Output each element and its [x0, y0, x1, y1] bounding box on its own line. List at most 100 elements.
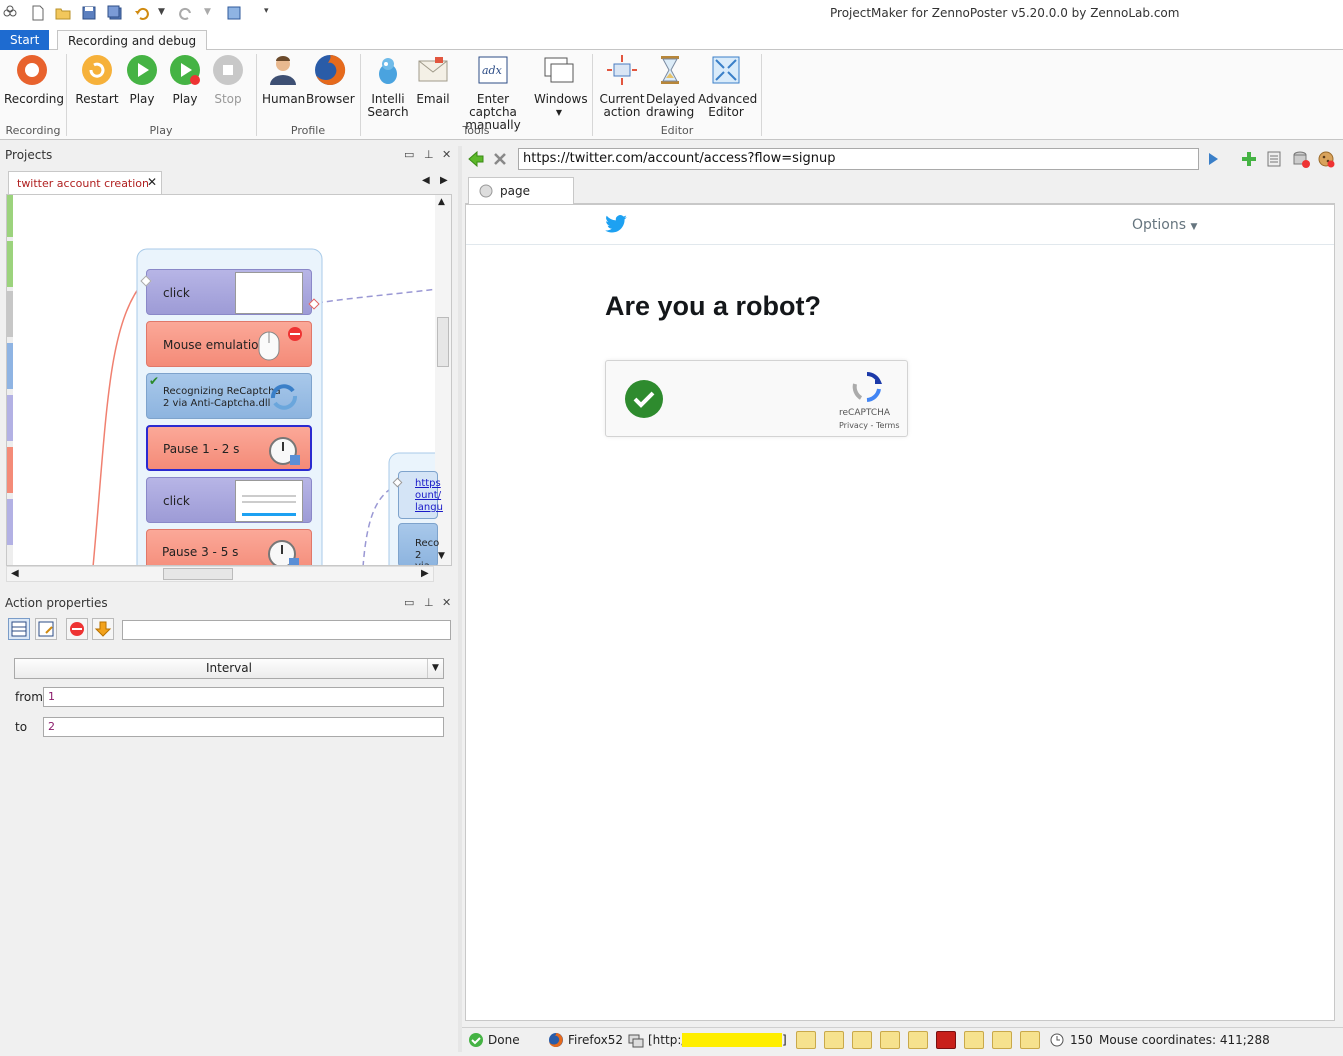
action-properties-panel: Action properties ▭ ⊥ ✕ Interval ▼ from …: [0, 594, 458, 1050]
mouse-coordinates: Mouse coordinates: 411;288: [1099, 1033, 1270, 1047]
svg-text:adx: adx: [482, 64, 503, 77]
tab-start[interactable]: Start: [0, 30, 50, 51]
ribbon-tab-bar: Start Recording and debug: [0, 28, 1343, 51]
cookies-icon[interactable]: [1317, 150, 1335, 168]
close-icon[interactable]: ✕: [442, 596, 451, 609]
interval-dropdown[interactable]: Interval ▼: [14, 658, 444, 679]
email-button[interactable]: Email: [414, 54, 452, 106]
horizontal-scroll-thumb[interactable]: [163, 568, 233, 580]
tool-screenshot-icon[interactable]: [796, 1031, 816, 1049]
tool-window-icon[interactable]: [964, 1031, 984, 1049]
restart-icon: [82, 55, 112, 85]
save-all-icon[interactable]: [107, 5, 123, 21]
scroll-right-icon[interactable]: ▶: [421, 568, 429, 579]
action-block-navigate[interactable]: https ount/ langu: [398, 471, 443, 519]
recaptcha-widget[interactable]: reCAPTCHA Privacy - Terms: [605, 360, 908, 437]
tab-recording-and-debug[interactable]: Recording and debug: [57, 30, 208, 51]
back-arrow-icon[interactable]: [467, 150, 485, 168]
pin-icon[interactable]: ⊥: [424, 596, 434, 609]
disable-action-button[interactable]: [66, 618, 88, 640]
open-folder-icon[interactable]: [55, 5, 71, 21]
play-step-button[interactable]: Play: [165, 54, 205, 106]
current-action-button[interactable]: Current action: [598, 54, 646, 119]
tool-lightning-icon[interactable]: [908, 1031, 928, 1049]
action-block-mouse-emulation[interactable]: Mouse emulation: [146, 321, 312, 367]
browser-tab-page[interactable]: page: [468, 177, 574, 205]
scroll-down-icon[interactable]: ▼: [438, 551, 445, 561]
scroll-up-icon[interactable]: ▲: [438, 197, 445, 207]
intelli-search-button[interactable]: Intelli Search: [366, 54, 410, 119]
projects-panel-header: Projects ▭ ⊥ ✕: [0, 146, 458, 164]
play-button[interactable]: Play: [122, 54, 162, 106]
edit-list-icon: [38, 621, 54, 637]
tool-frame-icon[interactable]: [852, 1031, 872, 1049]
tool-plugin-icon[interactable]: [992, 1031, 1012, 1049]
pin-icon[interactable]: ⊥: [424, 148, 434, 161]
stop-button[interactable]: Stop: [208, 54, 248, 106]
disabled-badge-icon: [288, 327, 302, 341]
properties-view-button[interactable]: [8, 618, 30, 640]
new-file-icon[interactable]: [30, 5, 46, 21]
undo-icon[interactable]: [134, 5, 150, 21]
red-circle-icon: [70, 622, 84, 636]
tool-css-icon[interactable]: [880, 1031, 900, 1049]
recording-button[interactable]: Recording: [4, 54, 64, 106]
tool-flash-icon[interactable]: [936, 1031, 956, 1049]
page-source-icon[interactable]: [1265, 150, 1283, 168]
twitter-bird-icon[interactable]: [605, 215, 627, 233]
delayed-drawing-button[interactable]: Delayed drawing: [646, 54, 695, 119]
action-block-pause-1[interactable]: Pause 1 - 2 s: [146, 425, 312, 471]
from-field[interactable]: 1: [43, 687, 444, 707]
tool-form-icon[interactable]: [824, 1031, 844, 1049]
project-canvas[interactable]: ▲ ▼ click Mouse emulation ✔ Recognizing …: [6, 194, 452, 566]
clear-cache-icon[interactable]: [1292, 150, 1310, 168]
splitter[interactable]: [458, 146, 462, 1052]
tool-music-icon[interactable]: [1020, 1031, 1040, 1049]
restore-icon[interactable]: ▭: [404, 596, 414, 609]
action-block-recognizing-recaptcha[interactable]: ✔ Recognizing ReCaptcha 2 via Anti-Captc…: [146, 373, 312, 419]
url-input[interactable]: https://twitter.com/account/access?flow=…: [518, 148, 1199, 170]
checkmark-icon[interactable]: [624, 379, 664, 419]
customize-toolbar-icon[interactable]: ▾: [264, 6, 269, 16]
restart-button[interactable]: Restart: [74, 54, 120, 106]
move-down-button[interactable]: [92, 618, 114, 640]
stop-loading-icon[interactable]: [492, 151, 508, 167]
vertical-scroll-thumb[interactable]: [437, 317, 449, 367]
action-block-recognize-2[interactable]: Reco 2 via: [398, 523, 439, 565]
windows-icon: [544, 57, 574, 83]
group-label-play: Play: [149, 124, 173, 137]
restore-icon[interactable]: ▭: [404, 148, 414, 161]
edit-view-button[interactable]: [35, 618, 57, 640]
scroll-left-icon[interactable]: ◀: [11, 568, 19, 579]
enter-captcha-button[interactable]: adx Enter captcha manually: [456, 54, 530, 132]
browser-button[interactable]: Browser: [306, 54, 355, 106]
recaptcha-links[interactable]: Privacy - Terms: [839, 421, 900, 430]
action-block-pause-2[interactable]: Pause 3 - 5 s: [146, 529, 312, 565]
horizontal-scrollbar[interactable]: ◀ ▶: [6, 566, 434, 582]
undo-dropdown-icon[interactable]: ▼: [158, 7, 165, 17]
action-block-click-2[interactable]: click: [146, 477, 312, 523]
advanced-editor-button[interactable]: Advanced Editor: [698, 54, 757, 119]
chevron-down-icon[interactable]: ▼: [427, 659, 439, 678]
recaptcha-logo-icon: [852, 372, 883, 402]
tab-scroll-right-icon[interactable]: ▶: [440, 175, 448, 186]
web-view[interactable]: Options ▼ Are you a robot? reCAPTCHA Pri…: [465, 204, 1335, 1021]
globe-icon: [479, 184, 493, 198]
project-tab[interactable]: twitter account creation ✕: [8, 171, 162, 194]
redo-icon[interactable]: [178, 5, 194, 21]
redo-dropdown-icon[interactable]: ▼: [204, 7, 211, 17]
action-block-click[interactable]: click: [146, 269, 312, 315]
to-field[interactable]: 2: [43, 717, 444, 737]
add-icon[interactable]: [1240, 150, 1258, 168]
tab-scroll-left-icon[interactable]: ◀: [422, 175, 430, 186]
stopwatch-icon: [269, 437, 300, 465]
close-tab-icon[interactable]: ✕: [147, 175, 157, 189]
windows-button[interactable]: Windows ▼: [534, 54, 588, 119]
human-button[interactable]: Human: [262, 54, 305, 106]
go-arrow-icon[interactable]: [1206, 152, 1220, 166]
properties-search-input[interactable]: [122, 620, 451, 640]
close-icon[interactable]: ✕: [442, 148, 451, 161]
options-menu[interactable]: Options ▼: [1132, 217, 1197, 233]
window-icon[interactable]: [226, 5, 242, 21]
save-icon[interactable]: [81, 5, 97, 21]
